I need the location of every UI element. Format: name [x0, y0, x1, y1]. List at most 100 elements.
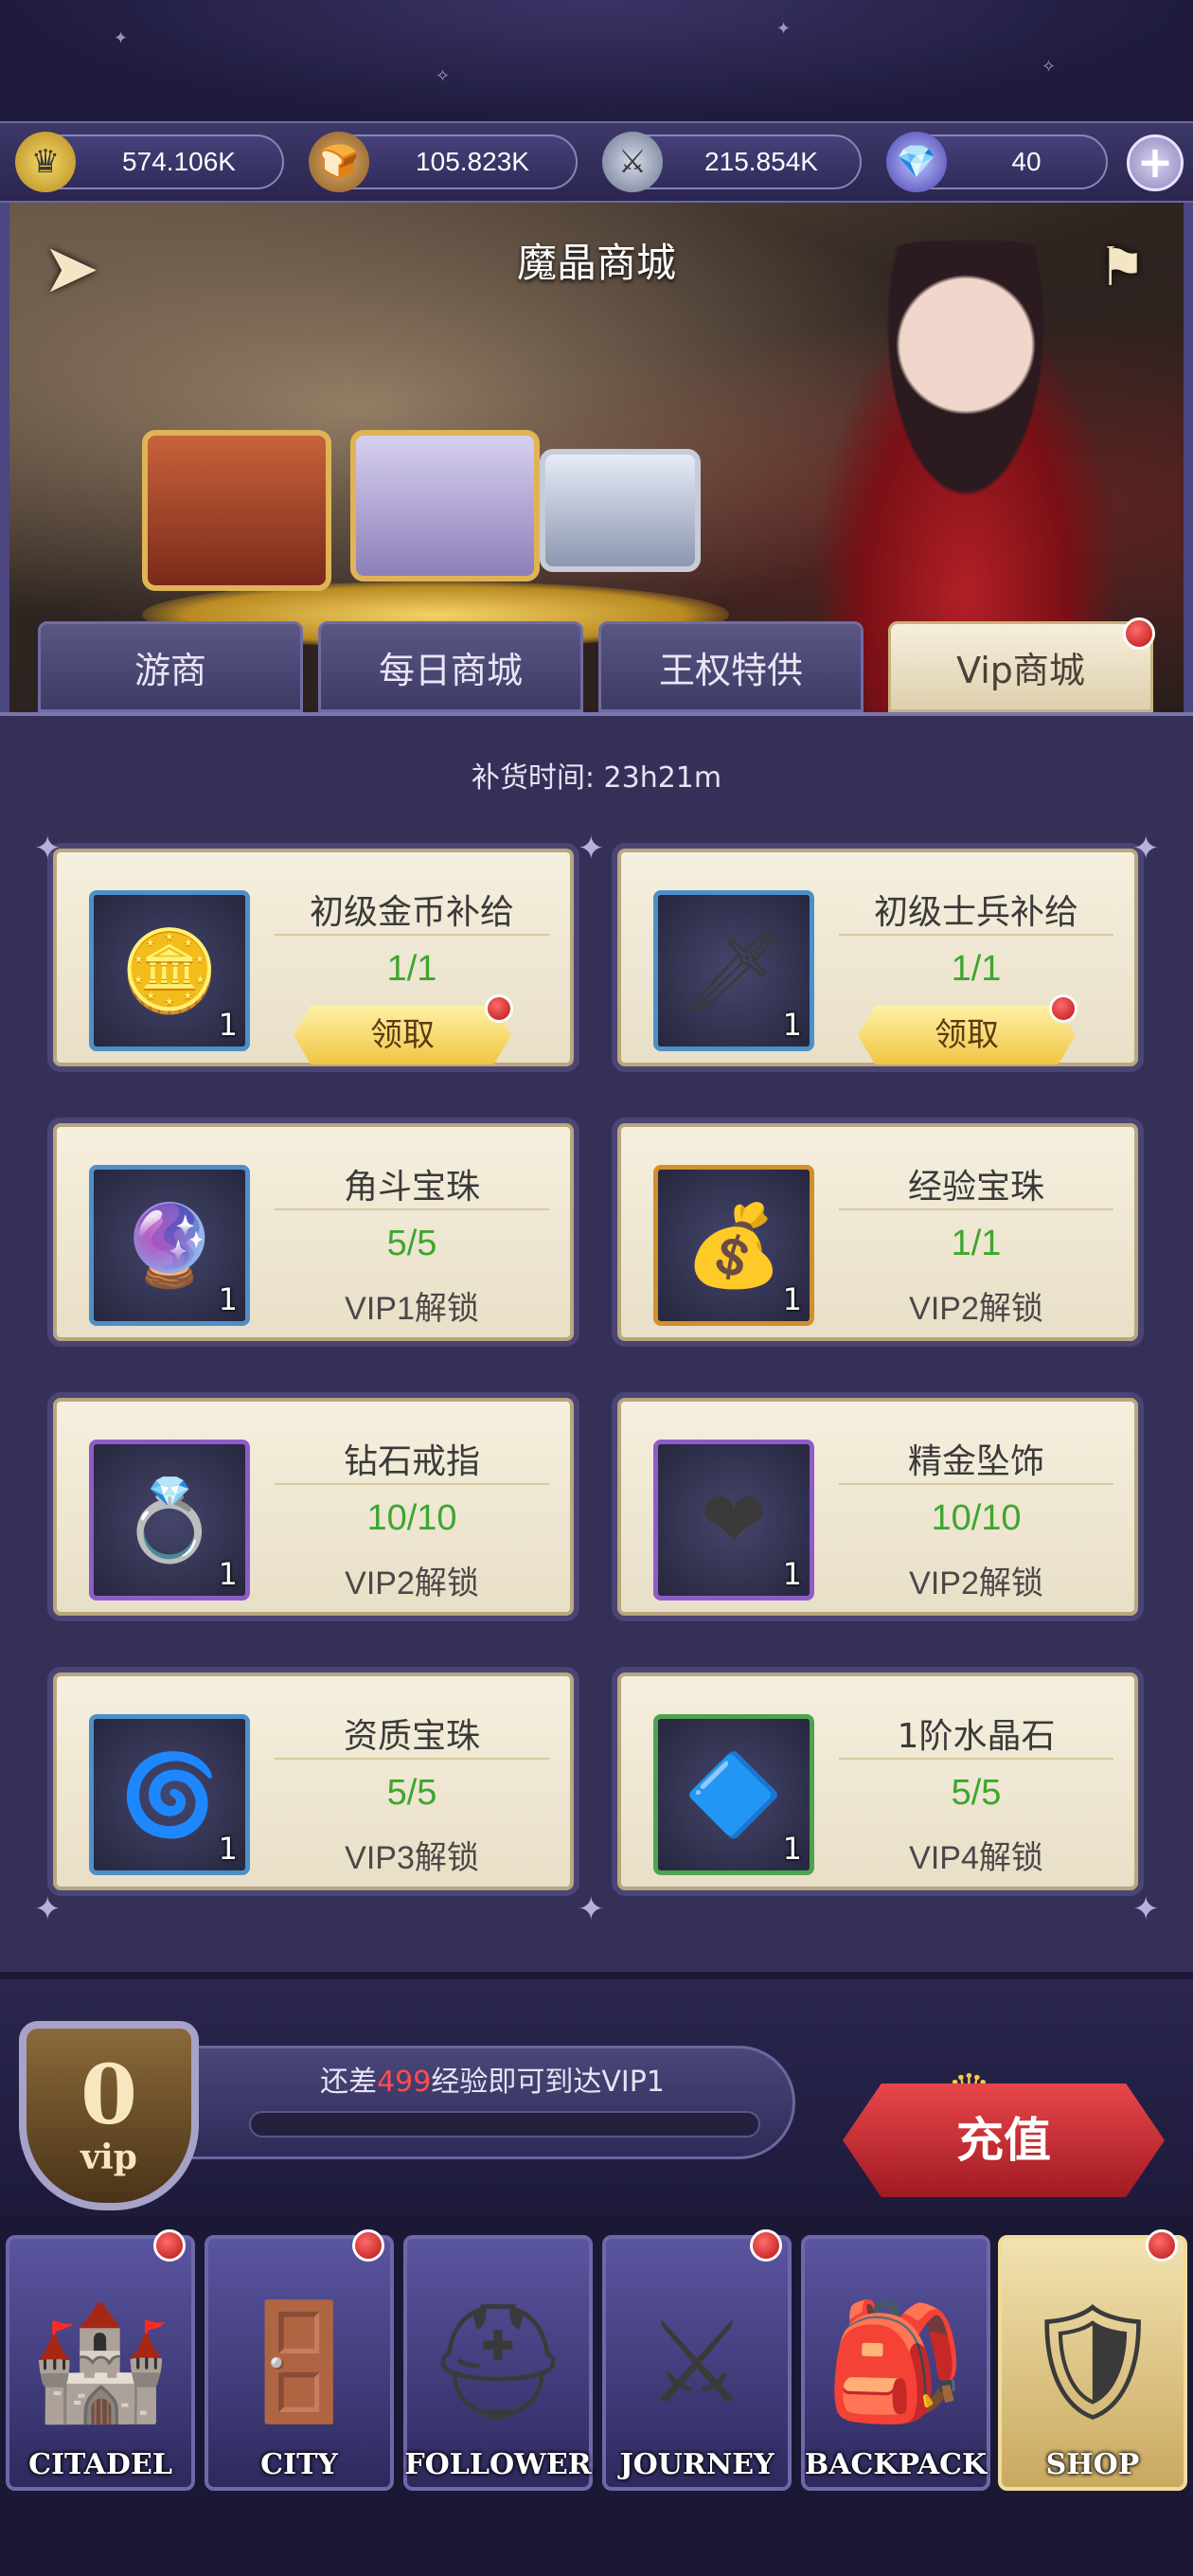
resource-value: 40: [1011, 147, 1042, 176]
item-name: 1阶水晶石: [897, 1717, 1056, 1756]
unlock-requirement: VIP2解锁: [345, 1565, 479, 1601]
tab-label: 王权特供: [658, 649, 803, 691]
add-diamond-button[interactable]: +: [1127, 134, 1184, 191]
tab-vip-shop[interactable]: Vip商城: [888, 621, 1153, 712]
resource-weapons[interactable]: ⚔ 215.854K: [602, 132, 862, 192]
vip-shop-panel: 补货时间: 23h21m 🪙 1 初级金币补给 1/1 领取 🗡 1 初级士兵补给 …: [0, 712, 1193, 1972]
vip-level-badge[interactable]: 0 vip: [19, 2021, 199, 2210]
vip-msg-value: 499: [377, 2066, 432, 2099]
back-arrow-icon[interactable]: ➤: [28, 225, 114, 311]
divider: [839, 934, 1113, 936]
item-name: 初级金币补给: [309, 893, 514, 932]
shop-item-card[interactable]: 🔷 1 1阶水晶石 5/5 VIP4解锁: [617, 1673, 1138, 1890]
gold-coins-icon: 🪙 1: [89, 890, 250, 1051]
blue-crystal-icon: 🔷 1: [653, 1714, 814, 1875]
bread-icon: 🍞: [309, 132, 369, 192]
nav-label: CITY: [260, 2448, 338, 2481]
star-decoration: ✦: [776, 19, 792, 39]
recharge-button[interactable]: 充值: [843, 2084, 1165, 2197]
nav-shop[interactable]: 🛡 SHOP: [998, 2235, 1187, 2491]
treasure-chest: [350, 430, 540, 581]
corner-ornament: ✦: [578, 1890, 605, 1928]
shop-item-card[interactable]: 🔮 1 角斗宝珠 5/5 VIP1解锁: [53, 1123, 574, 1341]
shop-item-card[interactable]: 🪙 1 初级金币补给 1/1 领取: [53, 849, 574, 1066]
nav-backpack[interactable]: 🎒 BACKPACK: [801, 2235, 990, 2491]
item-name: 钻石戒指: [343, 1442, 480, 1481]
divider: [839, 1208, 1113, 1210]
vip-progress-message: 还差499经验即可到达VIP1: [192, 2058, 792, 2100]
restock-label: 补货时间:: [471, 761, 595, 795]
claim-button[interactable]: 领取: [858, 1006, 1076, 1064]
restock-time: 23h21m: [603, 761, 722, 795]
shop-icon: 🛡: [1020, 2297, 1166, 2428]
notification-badge: [1049, 994, 1077, 1023]
vip-progress-box: 还差499经验即可到达VIP1: [189, 2046, 795, 2159]
unlock-requirement: VIP3解锁: [345, 1840, 479, 1876]
bottom-navigation: 🏰 CITADEL 🚪 CITY ⛑ FOLLOWER ⚔ JOURNEY 🎒 …: [0, 2216, 1193, 2576]
tab-merchant[interactable]: 游商: [38, 621, 303, 712]
notification-badge: [153, 2229, 186, 2262]
sword-shield-icon: 🗡 1: [653, 890, 814, 1051]
resource-gold[interactable]: ♛ 574.106K: [15, 132, 284, 192]
resource-value: 215.854K: [704, 147, 818, 176]
resource-food[interactable]: 🍞 105.823K: [309, 132, 578, 192]
tab-daily-shop[interactable]: 每日商城: [318, 621, 583, 712]
claim-button[interactable]: 领取: [294, 1006, 511, 1064]
resource-value: 105.823K: [416, 147, 529, 176]
shop-item-card[interactable]: 💍 1 钻石戒指 10/10 VIP2解锁: [53, 1398, 574, 1616]
shop-item-card[interactable]: 💰 1 经验宝珠 1/1 VIP2解锁: [617, 1123, 1138, 1341]
resource-diamond[interactable]: 💎 40: [886, 132, 1108, 192]
purchase-count: 5/5: [386, 1224, 437, 1263]
restock-timer: 补货时间: 23h21m: [0, 754, 1193, 796]
notification-badge: [1123, 617, 1155, 650]
nav-label: SHOP: [1045, 2448, 1140, 2481]
backpack-icon: 🎒: [825, 2297, 967, 2428]
shop-item-card[interactable]: 🗡 1 初级士兵补给 1/1 领取: [617, 849, 1138, 1066]
item-name: 资质宝珠: [343, 1717, 480, 1756]
nav-city[interactable]: 🚪 CITY: [205, 2235, 394, 2491]
item-name: 角斗宝珠: [343, 1168, 480, 1207]
tab-label: 每日商城: [378, 649, 523, 691]
resource-value: 574.106K: [122, 147, 236, 176]
nav-label: JOURNEY: [619, 2448, 775, 2481]
aptitude-orb-icon: 🌀 1: [89, 1714, 250, 1875]
shop-item-card[interactable]: 🌀 1 资质宝珠 5/5 VIP3解锁: [53, 1673, 574, 1890]
unlock-requirement: VIP2解锁: [909, 1565, 1043, 1601]
diamond-icon: 💎: [886, 132, 947, 192]
divider: [839, 1483, 1113, 1485]
resource-bar: ♛ 574.106K 🍞 105.823K ⚔ 215.854K 💎 40 +: [0, 121, 1193, 203]
heart-pendant-icon: ❤ 1: [653, 1440, 814, 1601]
diamond-ring-icon: 💍 1: [89, 1440, 250, 1601]
item-quantity: 1: [782, 1281, 802, 1317]
divider: [275, 1758, 549, 1760]
item-quantity: 1: [782, 1831, 802, 1867]
notification-badge: [352, 2229, 384, 2262]
unlock-requirement: VIP2解锁: [909, 1291, 1043, 1327]
purchase-count: 5/5: [951, 1773, 1002, 1813]
top-background: ✦ ✧ ✦ ✧: [0, 0, 1193, 123]
star-decoration: ✦: [114, 28, 129, 48]
shop-tabs: 游商 每日商城 王权特供 Vip商城: [38, 617, 1165, 712]
unlock-requirement: VIP1解锁: [345, 1291, 479, 1327]
item-quantity: 1: [218, 1831, 238, 1867]
crossed-swords-icon: ⚔: [646, 2298, 748, 2429]
tab-royal-offer[interactable]: 王权特供: [598, 621, 864, 712]
nav-label: FOLLOWER: [404, 2448, 592, 2481]
nav-follower[interactable]: ⛑ FOLLOWER: [403, 2235, 593, 2491]
knight-helmet-icon: ⛑: [425, 2297, 571, 2428]
item-name: 精金坠饰: [907, 1442, 1044, 1481]
vip-level-text: vip: [80, 2138, 137, 2177]
corner-ornament: ✦: [34, 1890, 62, 1928]
notification-badge: [1146, 2229, 1178, 2262]
star-decoration: ✧: [436, 66, 451, 86]
crown-coin-icon: ♛: [15, 132, 76, 192]
nav-citadel[interactable]: 🏰 CITADEL: [6, 2235, 195, 2491]
city-gate-icon: 🚪: [228, 2297, 370, 2428]
divider: [275, 934, 549, 936]
nav-journey[interactable]: ⚔ JOURNEY: [602, 2235, 792, 2491]
shop-item-card[interactable]: ❤ 1 精金坠饰 10/10 VIP2解锁: [617, 1398, 1138, 1616]
item-quantity: 1: [782, 1556, 802, 1592]
divider: [275, 1483, 549, 1485]
item-quantity: 1: [218, 1007, 238, 1043]
purchase-count: 1/1: [951, 1224, 1002, 1263]
